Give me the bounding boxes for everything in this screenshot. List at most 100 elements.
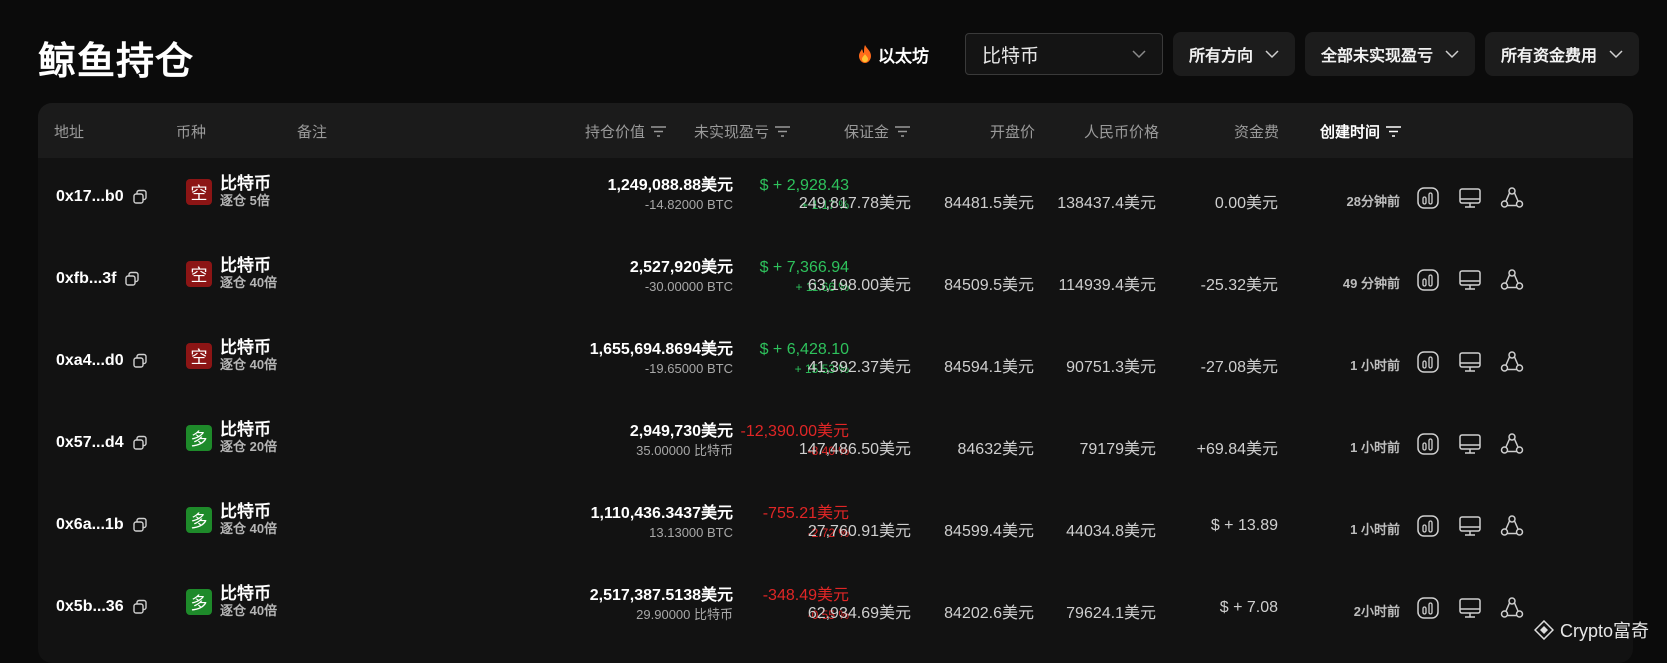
created-time-cell: 1 小时前: [1350, 358, 1400, 373]
margin-cell: 41,392.37美元: [807, 359, 911, 376]
coin-name: 比特币: [220, 174, 271, 193]
coin-cell: 空 比特币 逐仓 5倍: [186, 174, 271, 209]
address-text: 0x5b...36: [56, 598, 124, 615]
monitor-icon[interactable]: [1458, 432, 1482, 456]
created-time-cell: 1 小时前: [1350, 440, 1400, 455]
bar-chart-icon[interactable]: [1416, 268, 1440, 292]
open-price-cell: 84509.5美元: [944, 277, 1034, 294]
col-address: 地址: [54, 121, 84, 142]
created-time-cell: 1 小时前: [1350, 522, 1400, 537]
bar-chart-icon[interactable]: [1416, 186, 1440, 210]
direction-filter-label: 所有方向: [1188, 48, 1253, 65]
bar-chart-icon[interactable]: [1416, 350, 1440, 374]
bar-chart-icon[interactable]: [1416, 596, 1440, 620]
copy-icon[interactable]: [124, 271, 140, 287]
side-badge: 多: [186, 424, 212, 451]
open-price-cell: 84594.1美元: [944, 359, 1034, 376]
col-created-time[interactable]: 创建时间: [1320, 121, 1402, 142]
chevron-down-icon: [1445, 49, 1459, 58]
share-icon[interactable]: [1500, 514, 1524, 538]
address-cell[interactable]: 0x5b...36: [56, 598, 148, 616]
diamond-logo-icon: [1533, 620, 1554, 640]
table-row[interactable]: 0x17...b0 空 比特币 逐仓 5倍 1,249,088.88美元 -14…: [38, 158, 1633, 240]
cny-price-cell: 114939.4美元: [1058, 277, 1156, 294]
share-icon[interactable]: [1500, 432, 1524, 456]
ethereum-link[interactable]: 以太坊: [858, 42, 929, 67]
copy-icon[interactable]: [132, 599, 148, 615]
col-open-price-label: 开盘价: [990, 124, 1036, 141]
address-cell[interactable]: 0x6a...1b: [56, 516, 148, 534]
col-position-value[interactable]: 持仓价值: [585, 121, 667, 142]
monitor-icon[interactable]: [1458, 596, 1482, 620]
share-icon[interactable]: [1500, 596, 1524, 620]
margin-cell: 63,198.00美元: [807, 277, 911, 294]
margin-mode: 逐仓 40倍: [220, 275, 278, 290]
cny-price-cell: 79624.1美元: [1066, 605, 1156, 622]
row-actions: [1416, 350, 1524, 374]
copy-icon[interactable]: [132, 517, 148, 533]
direction-filter[interactable]: 所有方向: [1172, 32, 1295, 76]
table-row[interactable]: 0xfb...3f 空 比特币 逐仓 40倍 2,527,920美元 -30.0…: [38, 240, 1633, 322]
open-price-cell: 84599.4美元: [944, 523, 1034, 540]
address-text: 0xfb...3f: [56, 270, 117, 287]
monitor-icon[interactable]: [1458, 268, 1482, 292]
funding-fee-cell: -27.08美元: [1200, 359, 1278, 376]
cny-price-cell: 79179美元: [1079, 441, 1157, 458]
created-time-cell: 49 分钟前: [1342, 276, 1400, 291]
monitor-icon[interactable]: [1458, 186, 1482, 210]
copy-icon[interactable]: [132, 189, 148, 205]
table-row[interactable]: 0x5b...36 多 比特币 逐仓 40倍 2,517,387.5138美元 …: [38, 568, 1633, 650]
monitor-icon[interactable]: [1458, 514, 1482, 538]
copy-icon[interactable]: [132, 435, 148, 451]
address-cell[interactable]: 0xfb...3f: [56, 270, 140, 288]
bar-chart-icon[interactable]: [1416, 432, 1440, 456]
row-actions: [1416, 596, 1524, 620]
col-open-price: 开盘价: [990, 121, 1035, 142]
address-text: 0xa4...d0: [56, 352, 124, 369]
margin-mode: 逐仓 5倍: [220, 193, 270, 208]
col-coin-label: 币种: [176, 124, 207, 141]
pnl-filter[interactable]: 全部未实现盈亏: [1304, 32, 1475, 76]
table-row[interactable]: 0x6a...1b 多 比特币 逐仓 40倍 1,110,436.3437美元 …: [38, 486, 1633, 568]
funding-fee-cell: +69.84美元: [1196, 441, 1278, 458]
address-cell[interactable]: 0x57...d4: [56, 434, 148, 452]
coin-cell: 多 比特币 逐仓 40倍: [186, 502, 277, 537]
funding-fee-filter[interactable]: 所有资金费用: [1484, 32, 1639, 76]
col-cny-price-label: 人民币价格: [1084, 124, 1160, 141]
coin-select[interactable]: 比特币: [964, 33, 1163, 75]
chevron-down-icon: [1132, 49, 1146, 58]
row-actions: [1416, 514, 1524, 538]
share-icon[interactable]: [1500, 350, 1524, 374]
table-row[interactable]: 0x57...d4 多 比特币 逐仓 20倍 2,949,730美元 35.00…: [38, 404, 1633, 486]
watermark: Crypto富奇: [1533, 617, 1649, 643]
open-price-cell: 84202.6美元: [944, 605, 1034, 622]
positions-table: 地址 币种 备注 持仓价值 未实现盈亏 保证金 开盘价 人民币价格 资金费 创建…: [38, 103, 1633, 663]
margin-cell: 62,934.69美元: [807, 605, 911, 622]
coin-name: 比特币: [220, 338, 271, 357]
coin-cell: 空 比特币 逐仓 40倍: [186, 338, 277, 373]
col-note: 备注: [297, 121, 327, 142]
side-badge: 空: [186, 178, 212, 205]
cny-price-cell: 44034.8美元: [1066, 523, 1156, 540]
col-cny-price: 人民币价格: [1084, 121, 1159, 142]
margin-mode: 逐仓 40倍: [220, 521, 278, 536]
bar-chart-icon[interactable]: [1416, 514, 1440, 538]
coin-name: 比特币: [220, 584, 271, 603]
col-unrealized-pnl[interactable]: 未实现盈亏: [694, 121, 791, 142]
share-icon[interactable]: [1500, 268, 1524, 292]
chevron-down-icon: [1609, 49, 1623, 58]
margin-mode: 逐仓 20倍: [220, 439, 278, 454]
chevron-down-icon: [1265, 49, 1279, 58]
share-icon[interactable]: [1500, 186, 1524, 210]
address-cell[interactable]: 0x17...b0: [56, 188, 148, 206]
address-cell[interactable]: 0xa4...d0: [56, 352, 148, 370]
table-row[interactable]: 0xa4...d0 空 比特币 逐仓 40倍 1,655,694.8694美元 …: [38, 322, 1633, 404]
monitor-icon[interactable]: [1458, 350, 1482, 374]
sort-filter-icon: [651, 126, 667, 137]
created-time-cell: 28分钟前: [1346, 194, 1400, 209]
col-margin[interactable]: 保证金: [844, 121, 911, 142]
copy-icon[interactable]: [132, 353, 148, 369]
funding-fee-filter-label: 所有资金费用: [1500, 48, 1597, 65]
address-text: 0x57...d4: [56, 434, 124, 451]
side-badge: 空: [186, 260, 212, 287]
